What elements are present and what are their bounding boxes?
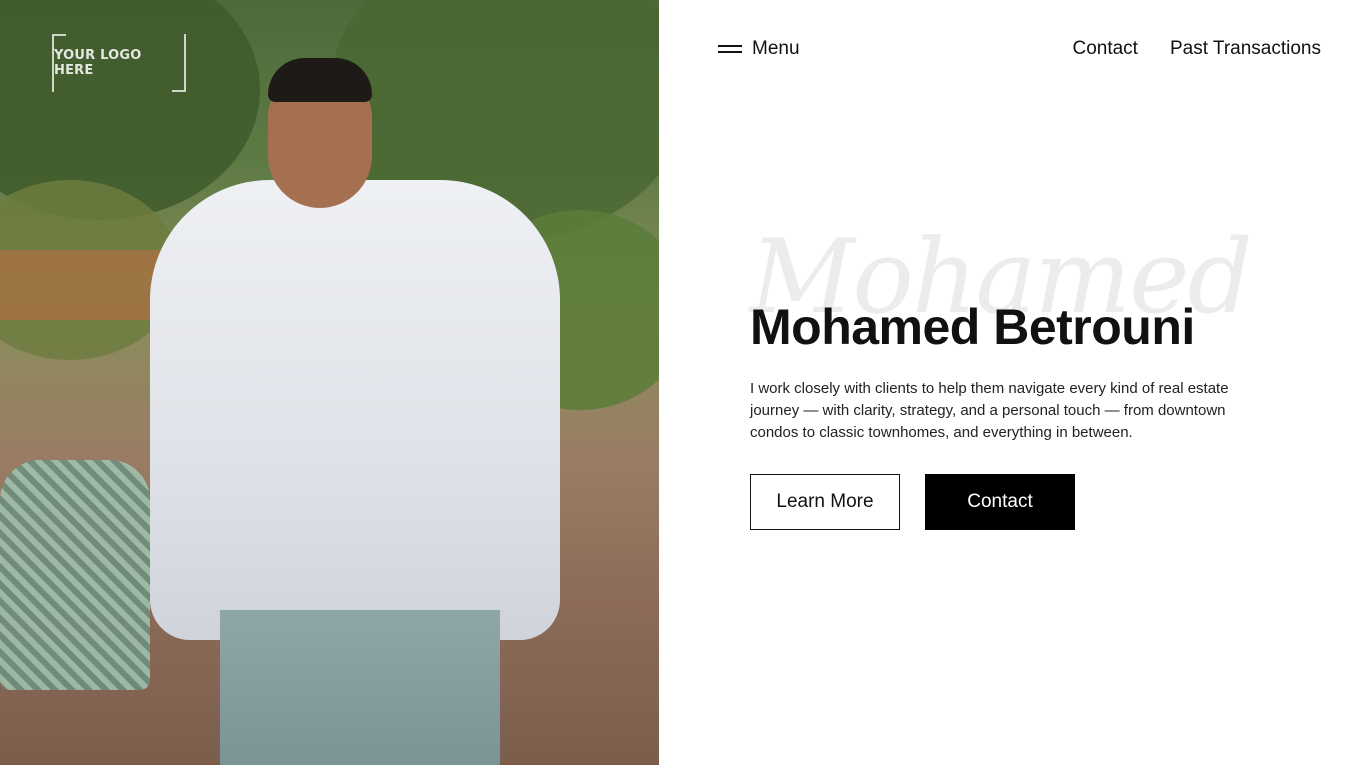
photo-person-shirt	[150, 180, 560, 640]
photo-chair	[0, 460, 150, 690]
learn-more-button[interactable]: Learn More	[750, 474, 900, 530]
menu-label: Menu	[752, 38, 800, 59]
nav-link-contact[interactable]: Contact	[1072, 38, 1137, 60]
contact-button[interactable]: Contact	[925, 474, 1075, 530]
hamburger-icon	[718, 44, 742, 54]
hero-description: I work closely with clients to help them…	[750, 380, 1229, 441]
hero-photo: YOUR LOGO HERE	[0, 0, 659, 765]
top-nav: Contact Past Transactions	[1072, 36, 1321, 62]
page-title: Mohamed Betrouni	[750, 299, 1195, 355]
photo-person-jeans	[220, 610, 500, 765]
nav-link-past-transactions[interactable]: Past Transactions	[1170, 38, 1321, 60]
photo-person-hair	[268, 58, 372, 102]
logo-text: YOUR LOGO HERE	[54, 48, 142, 78]
site-logo[interactable]: YOUR LOGO HERE	[52, 34, 186, 92]
menu-toggle-button[interactable]: Menu	[718, 36, 800, 62]
